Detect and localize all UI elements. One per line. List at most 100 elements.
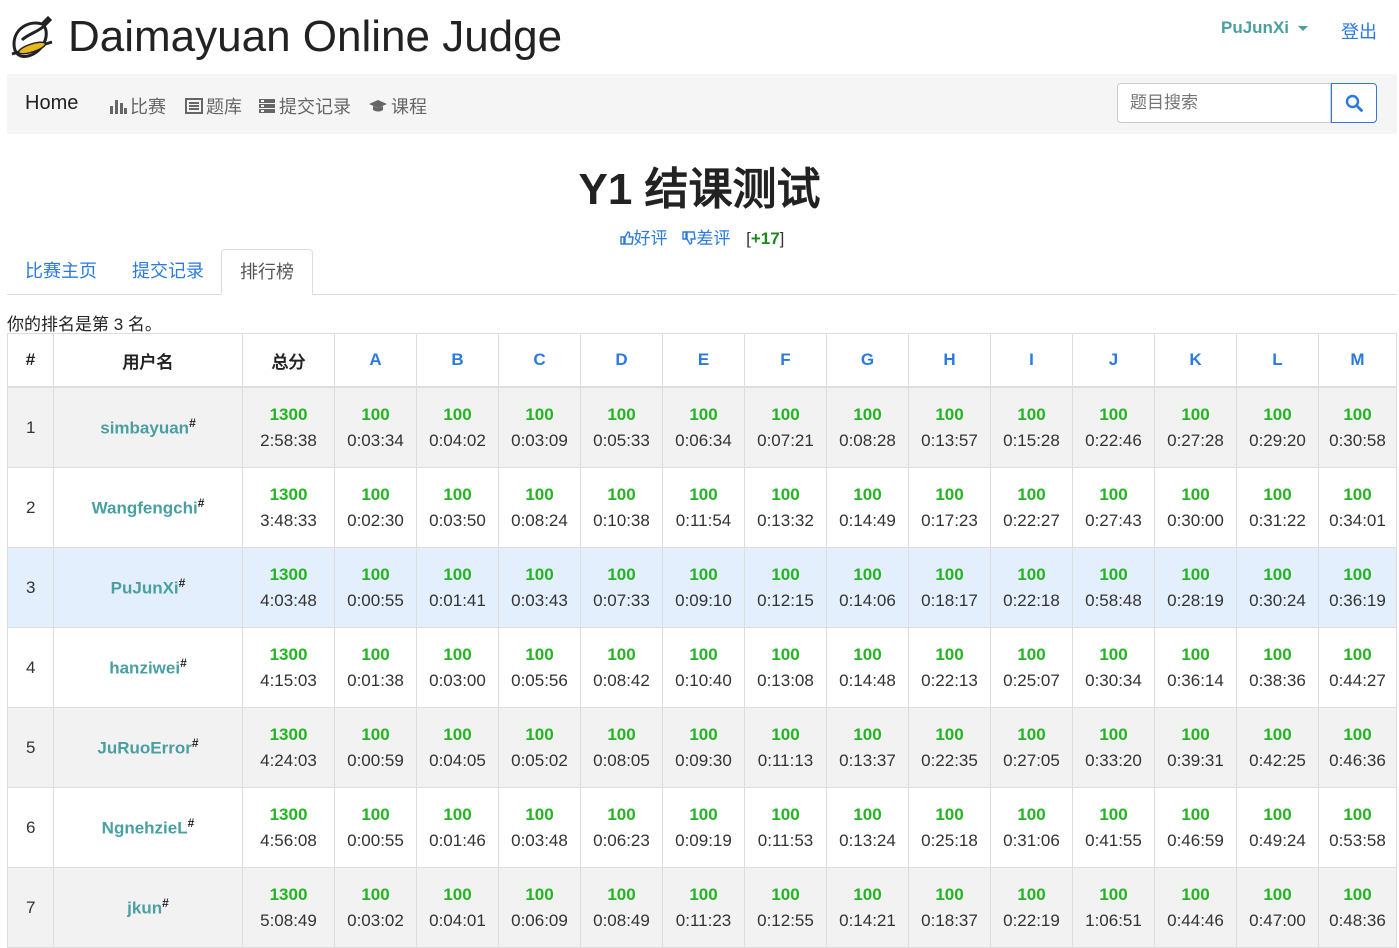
problem-result-cell[interactable]: 100 0:00:55 [334, 787, 417, 868]
problem-result-cell[interactable]: 100 0:14:06 [826, 547, 909, 628]
problem-result-cell[interactable]: 100 0:03:00 [416, 627, 499, 708]
problem-result-cell[interactable]: 100 0:13:57 [908, 386, 991, 468]
problem-result-cell[interactable]: 100 0:13:32 [744, 467, 827, 548]
nav-contests[interactable]: 比赛 [109, 93, 166, 119]
problem-result-cell[interactable]: 100 0:01:46 [416, 787, 499, 868]
problem-result-cell[interactable]: 100 0:08:24 [498, 467, 581, 548]
dislike-button[interactable]: 差评 [682, 229, 735, 248]
problem-result-cell[interactable]: 100 0:39:31 [1154, 707, 1237, 788]
problem-result-cell[interactable]: 100 0:31:22 [1236, 467, 1319, 548]
problem-result-cell[interactable]: 100 0:46:59 [1154, 787, 1237, 868]
problem-result-cell[interactable]: 100 0:03:48 [498, 787, 581, 868]
col-problem-m[interactable]: M [1318, 333, 1397, 388]
problem-result-cell[interactable]: 100 0:06:09 [498, 867, 581, 948]
problem-result-cell[interactable]: 100 0:07:21 [744, 386, 827, 468]
nav-courses[interactable]: 课程 [368, 93, 427, 119]
username-link[interactable]: JuRuoError [97, 739, 191, 758]
search-input[interactable] [1117, 83, 1331, 123]
problem-result-cell[interactable]: 100 0:14:48 [826, 627, 909, 708]
problem-result-cell[interactable]: 100 0:01:38 [334, 627, 417, 708]
problem-result-cell[interactable]: 100 0:08:28 [826, 386, 909, 468]
problem-result-cell[interactable]: 100 0:05:02 [498, 707, 581, 788]
problem-result-cell[interactable]: 100 0:05:33 [580, 386, 663, 468]
col-problem-k[interactable]: K [1154, 333, 1237, 388]
tab-submissions[interactable]: 提交记录 [114, 249, 222, 293]
problem-result-cell[interactable]: 100 0:34:01 [1318, 467, 1397, 548]
problem-result-cell[interactable]: 100 0:30:34 [1072, 627, 1155, 708]
problem-result-cell[interactable]: 100 0:22:13 [908, 627, 991, 708]
username-link[interactable]: Wangfengchi [92, 499, 198, 518]
problem-result-cell[interactable]: 100 0:47:00 [1236, 867, 1319, 948]
col-problem-l[interactable]: L [1236, 333, 1319, 388]
problem-result-cell[interactable]: 100 0:25:18 [908, 787, 991, 868]
tab-standings[interactable]: 排行榜 [221, 249, 313, 295]
problem-result-cell[interactable]: 100 0:10:40 [662, 627, 745, 708]
problem-result-cell[interactable]: 100 0:30:58 [1318, 386, 1397, 468]
problem-result-cell[interactable]: 100 0:33:20 [1072, 707, 1155, 788]
problem-result-cell[interactable]: 100 0:44:27 [1318, 627, 1397, 708]
col-problem-c[interactable]: C [498, 333, 581, 388]
nav-home[interactable]: Home [25, 92, 78, 115]
problem-result-cell[interactable]: 100 0:03:02 [334, 867, 417, 948]
col-problem-h[interactable]: H [908, 333, 991, 388]
problem-result-cell[interactable]: 100 0:04:05 [416, 707, 499, 788]
problem-result-cell[interactable]: 100 0:49:24 [1236, 787, 1319, 868]
problem-result-cell[interactable]: 100 0:42:25 [1236, 707, 1319, 788]
user-menu-dropdown[interactable]: PuJunXi [1221, 18, 1309, 38]
problem-result-cell[interactable]: 100 0:18:37 [908, 867, 991, 948]
problem-result-cell[interactable]: 100 0:05:56 [498, 627, 581, 708]
problem-result-cell[interactable]: 100 0:04:02 [416, 386, 499, 468]
problem-result-cell[interactable]: 100 0:31:06 [990, 787, 1073, 868]
problem-result-cell[interactable]: 100 0:27:43 [1072, 467, 1155, 548]
problem-result-cell[interactable]: 100 0:03:34 [334, 386, 417, 468]
username-link[interactable]: PuJunXi [111, 579, 179, 598]
problem-result-cell[interactable]: 100 0:44:46 [1154, 867, 1237, 948]
problem-result-cell[interactable]: 100 0:01:41 [416, 547, 499, 628]
problem-result-cell[interactable]: 100 0:09:30 [662, 707, 745, 788]
problem-result-cell[interactable]: 100 0:22:35 [908, 707, 991, 788]
site-title[interactable]: Daimayuan Online Judge [68, 10, 562, 64]
problem-result-cell[interactable]: 100 0:27:05 [990, 707, 1073, 788]
problem-result-cell[interactable]: 100 0:06:23 [580, 787, 663, 868]
col-problem-i[interactable]: I [990, 333, 1073, 388]
problem-result-cell[interactable]: 100 0:27:28 [1154, 386, 1237, 468]
problem-result-cell[interactable]: 100 0:07:33 [580, 547, 663, 628]
nav-problems[interactable]: 题库 [185, 93, 242, 119]
problem-result-cell[interactable]: 100 0:28:19 [1154, 547, 1237, 628]
problem-result-cell[interactable]: 100 0:00:55 [334, 547, 417, 628]
problem-result-cell[interactable]: 100 0:22:27 [990, 467, 1073, 548]
problem-result-cell[interactable]: 100 0:12:15 [744, 547, 827, 628]
nav-submissions[interactable]: 提交记录 [258, 93, 351, 119]
problem-result-cell[interactable]: 100 0:09:19 [662, 787, 745, 868]
problem-result-cell[interactable]: 100 0:03:43 [498, 547, 581, 628]
problem-result-cell[interactable]: 100 0:14:21 [826, 867, 909, 948]
col-problem-b[interactable]: B [416, 333, 499, 388]
problem-result-cell[interactable]: 100 0:22:19 [990, 867, 1073, 948]
problem-result-cell[interactable]: 100 0:13:08 [744, 627, 827, 708]
problem-result-cell[interactable]: 100 0:03:50 [416, 467, 499, 548]
col-problem-g[interactable]: G [826, 333, 909, 388]
username-link[interactable]: simbayuan [100, 419, 189, 438]
col-problem-a[interactable]: A [334, 333, 417, 388]
problem-result-cell[interactable]: 100 0:22:46 [1072, 386, 1155, 468]
logout-link[interactable]: 登出 [1341, 18, 1377, 44]
problem-result-cell[interactable]: 100 0:00:59 [334, 707, 417, 788]
problem-result-cell[interactable]: 100 0:15:28 [990, 386, 1073, 468]
logo-icon[interactable] [8, 14, 56, 62]
problem-result-cell[interactable]: 100 1:06:51 [1072, 867, 1155, 948]
problem-result-cell[interactable]: 100 0:10:38 [580, 467, 663, 548]
problem-result-cell[interactable]: 100 0:25:07 [990, 627, 1073, 708]
problem-result-cell[interactable]: 100 0:11:53 [744, 787, 827, 868]
problem-result-cell[interactable]: 100 0:38:36 [1236, 627, 1319, 708]
col-problem-d[interactable]: D [580, 333, 663, 388]
problem-result-cell[interactable]: 100 0:03:09 [498, 386, 581, 468]
problem-result-cell[interactable]: 100 0:18:17 [908, 547, 991, 628]
problem-result-cell[interactable]: 100 0:29:20 [1236, 386, 1319, 468]
col-problem-e[interactable]: E [662, 333, 745, 388]
problem-result-cell[interactable]: 100 0:46:36 [1318, 707, 1397, 788]
col-problem-f[interactable]: F [744, 333, 827, 388]
problem-result-cell[interactable]: 100 0:53:58 [1318, 787, 1397, 868]
username-link[interactable]: NgnehzieL [102, 819, 188, 838]
problem-result-cell[interactable]: 100 0:36:14 [1154, 627, 1237, 708]
problem-result-cell[interactable]: 100 0:09:10 [662, 547, 745, 628]
